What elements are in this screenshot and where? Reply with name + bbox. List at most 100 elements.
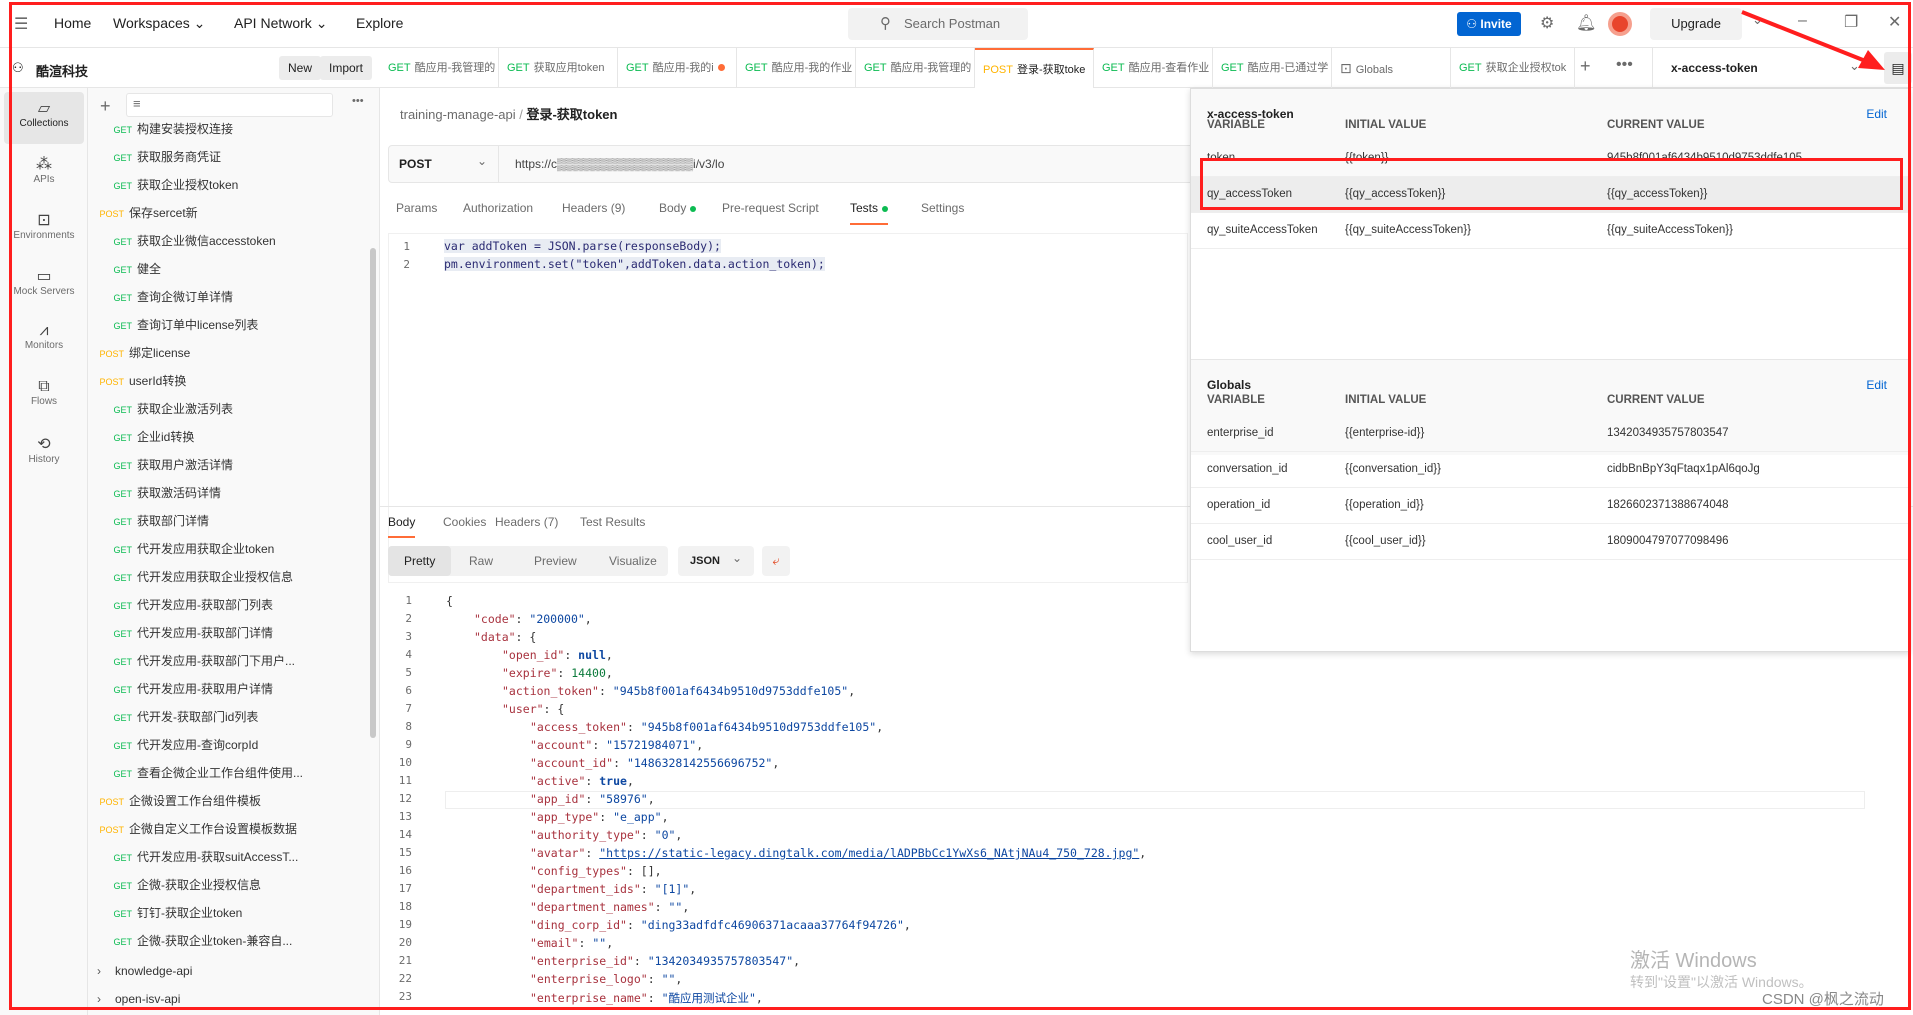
variable-row[interactable]: conversation_id {{conversation_id}} cidbBn… xyxy=(1191,452,1909,488)
json-value[interactable]: "https://static-legacy.dingtalk.com/medi… xyxy=(599,846,1139,860)
response-tab-headers[interactable]: Headers (7) xyxy=(495,515,558,529)
add-icon[interactable]: + xyxy=(100,96,111,117)
list-item[interactable]: GET 代开发-获取部门id列表 xyxy=(88,703,258,731)
list-item[interactable]: GET 查看企微企业工作台组件使用... xyxy=(88,759,303,787)
list-item[interactable]: GET 获取激活码详情 xyxy=(88,479,221,507)
avatar[interactable] xyxy=(1608,12,1632,36)
invite-button[interactable]: ⚇ Invite xyxy=(1457,12,1521,36)
more-tabs-icon[interactable]: ••• xyxy=(1616,56,1633,74)
variable-row[interactable]: qy_suiteAccessToken {{qy_suiteAccessToken… xyxy=(1191,213,1909,249)
view-pretty[interactable]: Pretty xyxy=(388,546,452,576)
list-item[interactable]: GET 构建安装授权连接 xyxy=(88,115,233,143)
tab-tests[interactable]: Tests xyxy=(850,201,889,225)
list-item[interactable]: POST 企微设置工作台组件模板 xyxy=(88,787,261,815)
variable-row[interactable]: token {{token}} 945b8f001af6434b9510d9753d… xyxy=(1191,141,1909,177)
list-item[interactable]: POST 保存sercet新 xyxy=(88,199,197,227)
variable-row[interactable]: operation_id {{operation_id}} 182660237138… xyxy=(1191,488,1909,524)
list-item[interactable]: GET 查询订单中license列表 xyxy=(88,311,258,339)
tab-pre-request-script[interactable]: Pre-request Script xyxy=(722,201,819,215)
list-item[interactable]: GET 代开发应用获取企业token xyxy=(88,535,274,563)
nav-home[interactable]: Home xyxy=(54,15,91,31)
view-raw[interactable]: Raw xyxy=(453,546,509,576)
sidebar-item-mock-servers[interactable]: ▭ Mock Servers xyxy=(4,260,84,312)
request-tab[interactable]: GET 酷应用-我的i xyxy=(618,48,737,88)
list-item[interactable]: GET 代开发应用-获取suitAccessT... xyxy=(88,843,298,871)
list-item[interactable]: GET 获取企业微信accesstoken xyxy=(88,227,275,255)
sidebar-scrollbar[interactable] xyxy=(370,248,376,738)
url-input[interactable]: https://c▒▒▒▒▒▒▒▒▒▒▒▒▒▒▒▒i/v3/lo xyxy=(515,157,724,171)
list-item[interactable]: GET 代开发应用-查询corpId xyxy=(88,731,258,759)
list-item[interactable]: POST 绑定license xyxy=(88,339,190,367)
request-tab[interactable]: GET 酷应用-我管理的 xyxy=(856,48,975,88)
list-item[interactable]: GET 代开发应用-获取用户详情 xyxy=(88,675,273,703)
import-button[interactable]: Import xyxy=(320,56,373,80)
request-tab[interactable]: GET 获取应用token xyxy=(499,48,618,88)
nav-explore[interactable]: Explore xyxy=(356,15,403,31)
gear-icon[interactable]: ⚙ xyxy=(1540,13,1554,33)
request-tab[interactable]: GET 获取企业授权tok xyxy=(1451,48,1575,88)
list-item[interactable]: GET 获取部门详情 xyxy=(88,507,209,535)
view-preview[interactable]: Preview xyxy=(518,546,593,576)
workspace-name[interactable]: 酷渲科技 xyxy=(36,61,88,80)
bell-icon[interactable]: 🔔︎ xyxy=(1576,13,1596,33)
view-visualize[interactable]: Visualize xyxy=(593,546,673,576)
list-item[interactable]: POST 企微自定义工作台设置模板数据 xyxy=(88,815,297,843)
sidebar-item-collections[interactable]: ▱ Collections xyxy=(4,92,84,144)
tab-body[interactable]: Body xyxy=(659,201,697,215)
folder-item[interactable]: › open-isv-api xyxy=(88,985,180,1013)
upgrade-button[interactable]: Upgrade xyxy=(1650,8,1742,40)
variable-row[interactable]: cool_user_id {{cool_user_id}} 180900479707… xyxy=(1191,524,1909,560)
list-item[interactable]: GET 获取企业授权token xyxy=(88,171,238,199)
list-item[interactable]: GET 查询企微订单详情 xyxy=(88,283,233,311)
sidebar-item-environments[interactable]: ⊡ Environments xyxy=(4,204,84,256)
env-edit-button[interactable]: Edit xyxy=(1866,107,1887,121)
tab-settings[interactable]: Settings xyxy=(921,201,964,215)
list-item[interactable]: GET 代开发应用-获取部门详情 xyxy=(88,619,273,647)
list-item[interactable]: GET 获取企业激活列表 xyxy=(88,395,233,423)
nav-api-network[interactable]: API Network ⌄ xyxy=(234,15,327,32)
new-button[interactable]: New xyxy=(279,56,322,80)
list-item[interactable]: POST userId转换 xyxy=(88,367,186,395)
sidebar-item-monitors[interactable]: ⩘ Monitors xyxy=(4,316,84,368)
nav-workspaces[interactable]: Workspaces ⌄ xyxy=(113,15,205,32)
method-select[interactable]: POST ⌄ xyxy=(389,146,499,182)
tests-editor[interactable] xyxy=(388,233,1188,583)
hamburger-icon[interactable]: ☰ xyxy=(14,14,28,34)
tab-params[interactable]: Params xyxy=(396,201,437,215)
variable-row[interactable]: enterprise_id {{enterprise-id}} 1342034935… xyxy=(1191,416,1909,452)
request-tab[interactable]: ⊡ Globals xyxy=(1332,48,1451,88)
tab-headers[interactable]: Headers (9) xyxy=(562,201,625,215)
response-tab-body[interactable]: Body xyxy=(388,515,416,538)
list-item[interactable]: GET 代开发应用获取企业授权信息 xyxy=(88,563,293,591)
format-select[interactable]: JSON ⌄ xyxy=(678,546,754,576)
response-tab-test-results[interactable]: Test Results xyxy=(580,515,645,529)
list-item[interactable]: GET 企微-获取企业token-兼容自... xyxy=(88,927,292,955)
request-tab[interactable]: GET 酷应用-已通过学 xyxy=(1213,48,1332,88)
new-tab-icon[interactable]: + xyxy=(1580,56,1591,77)
request-tab[interactable]: GET 酷应用-查看作业 xyxy=(1094,48,1213,88)
list-item[interactable]: GET 获取用户激活详情 xyxy=(88,451,233,479)
search-input[interactable]: ⚲ Search Postman xyxy=(848,8,1028,40)
list-item[interactable]: GET 获取服务商凭证 xyxy=(88,143,221,171)
wrap-lines-icon[interactable]: ⤶ xyxy=(762,546,790,576)
more-icon[interactable]: ••• xyxy=(352,95,364,107)
folder-item[interactable]: › knowledge-api xyxy=(88,957,192,985)
close-icon[interactable]: ✕ xyxy=(1888,12,1901,32)
list-item[interactable]: GET 健全 xyxy=(88,255,161,283)
breadcrumb-parent[interactable]: training-manage-api xyxy=(400,107,516,122)
variable-row[interactable]: qy_accessToken {{qy_accessToken}} {{qy_acc… xyxy=(1191,177,1909,213)
request-tab[interactable]: POST 登录-获取toke xyxy=(975,48,1094,88)
list-item[interactable]: GET 企微-获取企业授权信息 xyxy=(88,871,261,899)
tab-authorization[interactable]: Authorization xyxy=(463,201,533,215)
globals-edit-button[interactable]: Edit xyxy=(1866,378,1887,392)
response-tab-cookies[interactable]: Cookies xyxy=(443,515,486,529)
request-tab[interactable]: GET 酷应用-我管理的 xyxy=(380,48,499,88)
sidebar-item-apis[interactable]: ⁂ APIs xyxy=(4,148,84,200)
list-item[interactable]: GET 钉钉-获取企业token xyxy=(88,899,242,927)
sidebar-item-flows[interactable]: ⧉ Flows xyxy=(4,372,84,424)
list-item[interactable]: GET 企业id转换 xyxy=(88,423,194,451)
request-tab[interactable]: GET 酷应用-我的作业 xyxy=(737,48,856,88)
filter-input[interactable]: ≡ xyxy=(126,93,333,117)
sidebar-item-history[interactable]: ⟲ History xyxy=(4,428,84,480)
list-item[interactable]: GET 代开发应用-获取部门列表 xyxy=(88,591,273,619)
